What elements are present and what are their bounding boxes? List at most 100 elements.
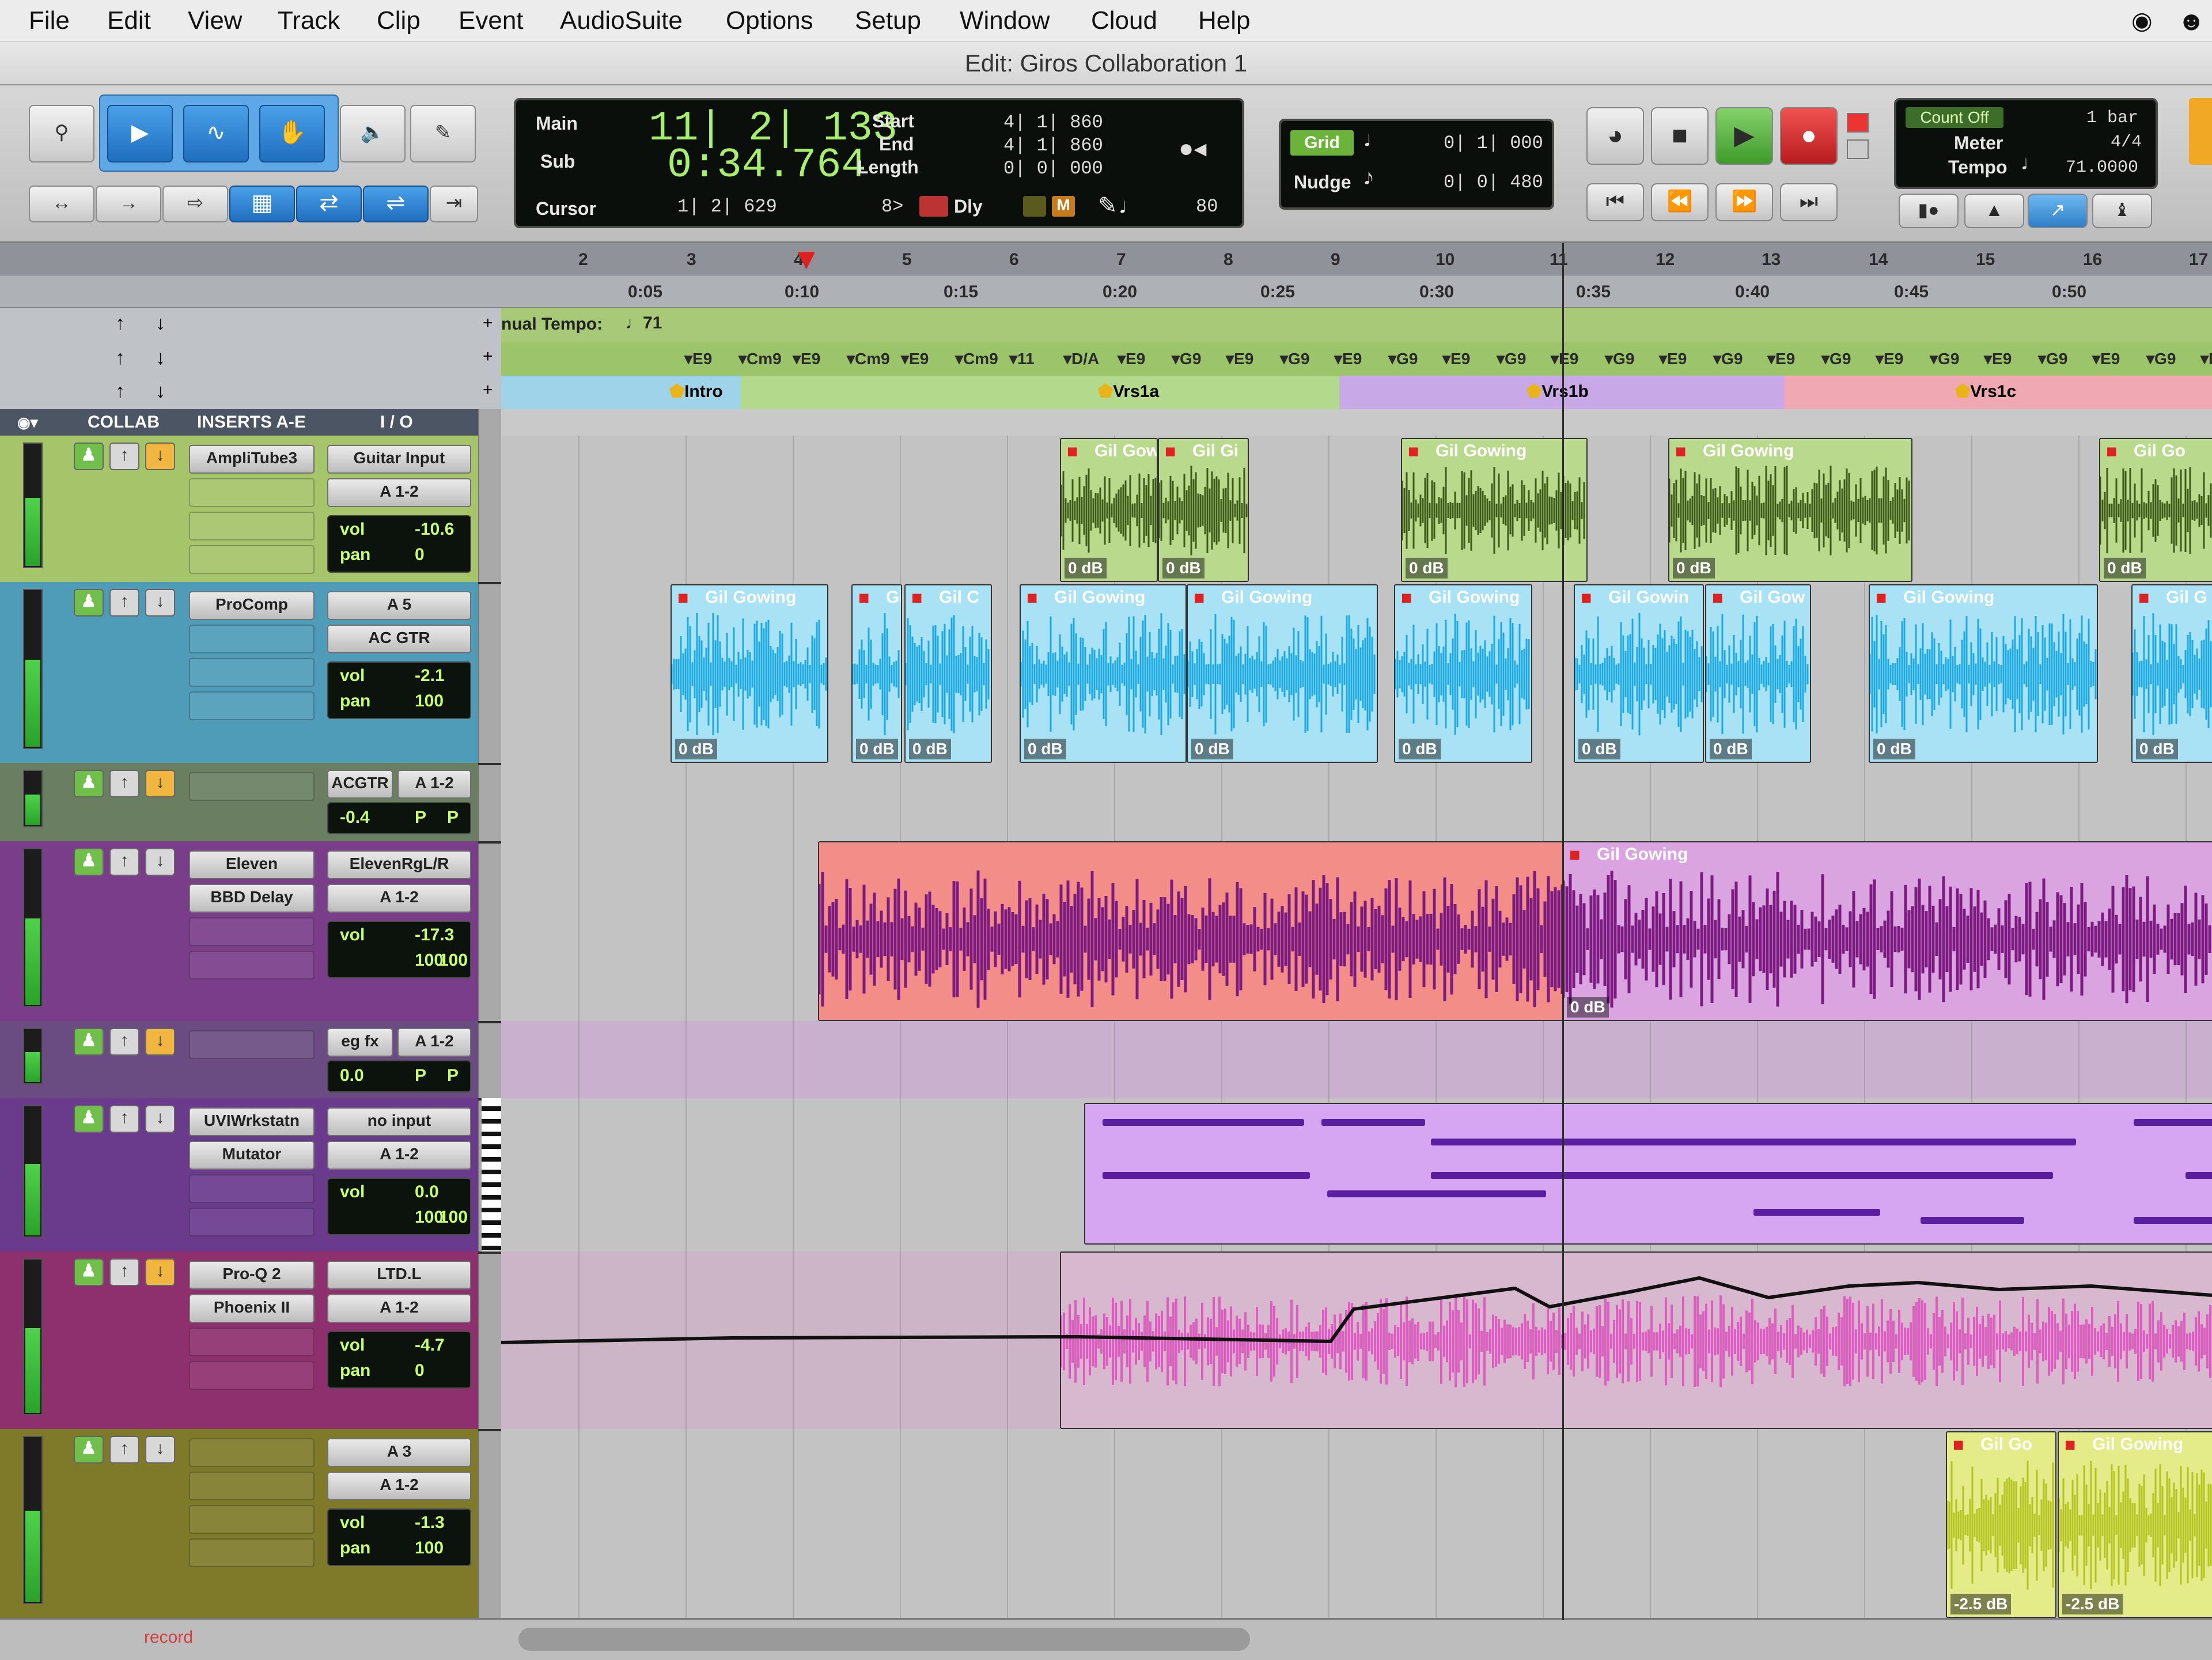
insert-slot-d[interactable]	[189, 545, 315, 574]
column-collab[interactable]: COLLAB	[88, 409, 160, 436]
edit-mode-slip-icon[interactable]: →	[96, 186, 161, 222]
insert-slot-b[interactable]	[189, 625, 315, 653]
download-arrow-icon[interactable]: ↓	[145, 1436, 175, 1464]
chord-symbol[interactable]: ▾G9	[1497, 349, 1526, 368]
countoff-toggle-icon[interactable]	[1023, 196, 1046, 217]
midi-note[interactable]	[2134, 1217, 2212, 1224]
record-mode-icon[interactable]	[1847, 113, 1869, 133]
loop-playback-icon[interactable]	[1847, 139, 1869, 159]
chord-symbol[interactable]: ▾Cm9	[738, 349, 782, 368]
chord-symbol[interactable]: ▾E9	[1984, 349, 2012, 368]
start-value[interactable]: 4| 1| 860	[1003, 112, 1103, 133]
chord-symbol[interactable]: ▾E9	[2092, 349, 2120, 368]
selector-tool-icon[interactable]: ∿	[183, 105, 249, 162]
toolbar-overflow-tab[interactable]	[2189, 98, 2212, 165]
track-playlist-lane[interactable]: Gil Gowing 0 dB	[501, 841, 2212, 1021]
rewind-button[interactable]: ⏪	[1651, 183, 1709, 221]
audio-clip[interactable]: Gil Gowing 0 dB	[1020, 584, 1187, 763]
marker-vrs1c[interactable]: ⬟Vrs1c	[1955, 381, 2016, 402]
audio-clip[interactable]: Gil C 0 dB	[904, 584, 992, 763]
edit-mode-grid-icon[interactable]: ▦	[229, 186, 295, 222]
midi-merge-icon[interactable]: M	[1052, 196, 1075, 217]
insert-slot-a[interactable]	[189, 772, 315, 801]
chord-symbol[interactable]: ▾E9	[2200, 349, 2212, 368]
download-arrow-icon[interactable]: ↓	[145, 589, 175, 617]
download-arrow-icon[interactable]: ↓	[145, 770, 175, 797]
vol-pan-display[interactable]: vol -4.7 pan 0	[327, 1331, 471, 1389]
chord-symbol[interactable]: ▾E9	[1118, 349, 1145, 368]
stop-button[interactable]: ■	[1651, 107, 1709, 165]
tempo-value[interactable]: 71.0000	[2066, 158, 2138, 177]
chord-symbol[interactable]: ▾E9	[901, 349, 929, 368]
output-selector[interactable]: A 1-2	[397, 770, 471, 799]
chord-symbol[interactable]: ▾E9	[1442, 349, 1470, 368]
insert-slot-c[interactable]	[189, 512, 315, 540]
chord-symbol[interactable]: ▾G9	[1930, 349, 1959, 368]
vol-value[interactable]: -0.4	[340, 808, 370, 827]
track-playlist-lane[interactable]	[501, 1021, 2212, 1098]
loop-record-icon[interactable]	[919, 196, 948, 217]
pan-value[interactable]: 0	[415, 1361, 425, 1381]
chord-symbol[interactable]: ▾E9	[1659, 349, 1687, 368]
menu-window[interactable]: Window	[960, 0, 1050, 41]
input-selector[interactable]: ACGTR	[327, 770, 393, 799]
insert-slot-b[interactable]	[189, 1472, 315, 1500]
pan-right-value[interactable]: P	[447, 808, 459, 827]
tempo-down-arrow-icon[interactable]: ↓	[156, 312, 165, 335]
menu-track[interactable]: Track	[278, 0, 340, 41]
clip-gain[interactable]: 0 dB	[1191, 739, 1233, 759]
grid-label[interactable]: Grid	[1290, 130, 1354, 156]
chord-down-arrow-icon[interactable]: ↓	[156, 347, 165, 369]
input-selector[interactable]: Guitar Input	[327, 445, 471, 474]
insert-slot-c[interactable]	[189, 1505, 315, 1534]
chord-symbol[interactable]: ▾11	[1009, 349, 1035, 368]
insert-slot-c[interactable]	[189, 658, 315, 687]
collab-user-icon[interactable]: ♟	[74, 589, 104, 617]
menu-help[interactable]: Help	[1198, 0, 1251, 41]
grabber-hand-icon[interactable]: ✋	[259, 105, 325, 162]
tab-to-transients-icon[interactable]: ⇥	[430, 186, 478, 222]
upload-arrow-icon[interactable]: ↑	[109, 1028, 139, 1056]
sync-status-icon[interactable]: ◉	[2131, 0, 2153, 41]
chord-ruler[interactable]: ↑ ↓ + ▾E9 ▾Cm9 ▾E9 ▾Cm9 ▾E9 ▾Cm9 ▾11 ▾D/A ▾E9 ▾G9…	[0, 342, 2212, 376]
add-marker-icon[interactable]: +	[483, 380, 493, 400]
chord-symbol[interactable]: ▾G9	[1172, 349, 1201, 368]
input-selector[interactable]: no input	[327, 1107, 471, 1136]
add-chord-icon[interactable]: +	[483, 347, 493, 366]
output-selector[interactable]: A 1-2	[327, 478, 471, 507]
marker-ruler-body[interactable]: ⬟Intro ⬟Vrs1a ⬟Vrs1b ⬟Vrs1c	[501, 376, 2212, 409]
collab-user-icon[interactable]: ♟	[74, 443, 104, 470]
audio-clip[interactable]: Gil Gowing 0 dB	[1668, 438, 1912, 582]
output-selector[interactable]: A 1-2	[327, 1294, 471, 1323]
marker-up-arrow-icon[interactable]: ↑	[115, 380, 125, 403]
add-tempo-icon[interactable]: +	[483, 313, 493, 333]
chord-symbol[interactable]: ▾G9	[2146, 349, 2176, 368]
collab-user-icon[interactable]: ♟	[74, 770, 104, 797]
column-inserts[interactable]: INSERTS A-E	[197, 409, 306, 436]
chord-up-arrow-icon[interactable]: ↑	[115, 347, 125, 369]
clip-gain[interactable]: 0 dB	[1873, 739, 1915, 759]
track-playlist-lane[interactable]: Gil Go -2.5 dB Gil Gowing -2.5 dB	[501, 1429, 2212, 1618]
count-off-label[interactable]: Count Off	[1906, 107, 2003, 128]
track-playlist-lane[interactable]	[482, 1098, 2212, 1251]
marker-intro[interactable]: ⬟Intro	[669, 381, 723, 402]
menu-options[interactable]: Options	[726, 0, 813, 41]
clip-gain[interactable]: 0 dB	[1673, 558, 1715, 578]
vol-pan-display[interactable]: vol -17.3 100 100	[327, 921, 471, 978]
clip-gain[interactable]: 0 dB	[675, 739, 717, 759]
tempo-ruler-body[interactable]: nual Tempo: ♩71	[501, 308, 2212, 342]
clip-gain[interactable]: 0 dB	[909, 739, 951, 759]
marker-down-arrow-icon[interactable]: ↓	[156, 380, 165, 403]
download-arrow-icon[interactable]: ↓	[145, 1105, 175, 1133]
clip-gain[interactable]: 0 dB	[1710, 739, 1752, 759]
marker-vrs1b[interactable]: ⬟Vrs1b	[1527, 381, 1589, 402]
metronome-icon[interactable]: ▲	[1964, 194, 2024, 228]
vol-value[interactable]: -17.3	[415, 925, 454, 945]
chord-symbol[interactable]: ▾G9	[1605, 349, 1634, 368]
audio-clip[interactable]: Gil Go -2.5 dB	[1946, 1431, 2056, 1618]
insert-slot-a[interactable]: ProComp	[189, 591, 315, 620]
collab-user-icon[interactable]: ♟	[74, 1105, 104, 1133]
collab-user-icon[interactable]: ♟	[74, 1436, 104, 1464]
horizontal-scrollbar[interactable]	[518, 1628, 1250, 1651]
vol-value[interactable]: -4.7	[415, 1336, 445, 1355]
